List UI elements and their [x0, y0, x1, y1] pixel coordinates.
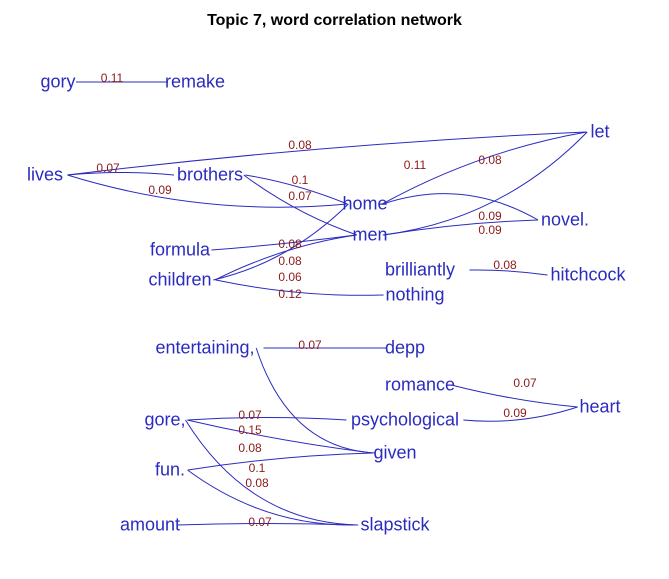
node-given: given: [373, 443, 416, 464]
edge-label-children-home: 0.06: [278, 270, 301, 284]
node-brilliantly: brilliantly: [385, 260, 455, 281]
node-remake: remake: [165, 72, 225, 93]
edge-label-children-men: 0.08: [278, 254, 301, 268]
edge-label-psychological-heart: 0.09: [503, 406, 526, 420]
node-nothing: nothing: [385, 285, 444, 306]
edge-label-gory-remake: 0.11: [101, 71, 123, 85]
node-hitchcock: hitchcock: [550, 265, 625, 286]
node-lives: lives: [27, 165, 63, 186]
edge-label-lives-brothers: 0.07: [96, 161, 119, 175]
edge-label-children-nothing: 0.12: [278, 287, 301, 301]
node-novel: novel.: [541, 210, 589, 231]
node-fun: fun.: [155, 460, 185, 481]
node-children: children: [148, 270, 211, 291]
node-psychological: psychological: [351, 410, 459, 431]
node-heart: heart: [579, 397, 620, 418]
edge-label-fun-slapstick: 0.08: [245, 476, 268, 490]
node-men: men: [352, 225, 387, 246]
node-entertaining: entertaining,: [155, 338, 254, 359]
edge-label-lives-home: 0.09: [148, 183, 171, 197]
edge-label-gore-slapstick: 0.08: [238, 441, 261, 455]
edge-label-romance-heart: 0.07: [513, 376, 536, 390]
edge-label-men-let: 0.09: [478, 223, 501, 237]
node-brothers: brothers: [177, 165, 243, 186]
node-gore: gore,: [144, 410, 185, 431]
edge-label-lives-let: 0.08: [288, 138, 311, 152]
edge-fun-given: [188, 453, 373, 470]
edge-gore-slapstick: [185, 420, 358, 525]
node-romance: romance: [385, 375, 455, 396]
node-amount: amount: [120, 515, 180, 536]
edge-label-fun-given: 0.1: [249, 461, 266, 475]
edge-gore-psychological: [188, 418, 347, 421]
node-home: home: [342, 194, 387, 215]
edge-label-men-novel: 0.09: [478, 209, 501, 223]
edge-label-home-novel: 0.08: [478, 153, 501, 167]
node-depp: depp: [385, 338, 425, 359]
node-slapstick: slapstick: [360, 515, 429, 536]
node-gory: gory: [40, 72, 75, 93]
edge-label-brothers-men: 0.07: [288, 189, 311, 203]
edge-label-brilliantly-hitchcock: 0.08: [493, 258, 516, 272]
edge-label-formula-men: 0.08: [278, 237, 301, 251]
node-let: let: [590, 122, 609, 143]
edge-label-amount-slapstick: 0.07: [248, 515, 271, 529]
edge-lives-let: [67, 132, 586, 175]
edge-label-entertaining-depp: 0.07: [298, 338, 321, 352]
edge-label-brothers-home: 0.1: [292, 173, 309, 187]
edge-label-gore-given: 0.15: [238, 423, 261, 437]
edge-men-novel: [384, 220, 538, 235]
edge-label-home-let: 0.11: [404, 158, 426, 172]
edge-label-gore-psychological: 0.07: [238, 408, 261, 422]
edge-entertaining-given: [256, 348, 375, 453]
edge-layer: [0, 0, 669, 579]
node-formula: formula: [150, 240, 210, 261]
